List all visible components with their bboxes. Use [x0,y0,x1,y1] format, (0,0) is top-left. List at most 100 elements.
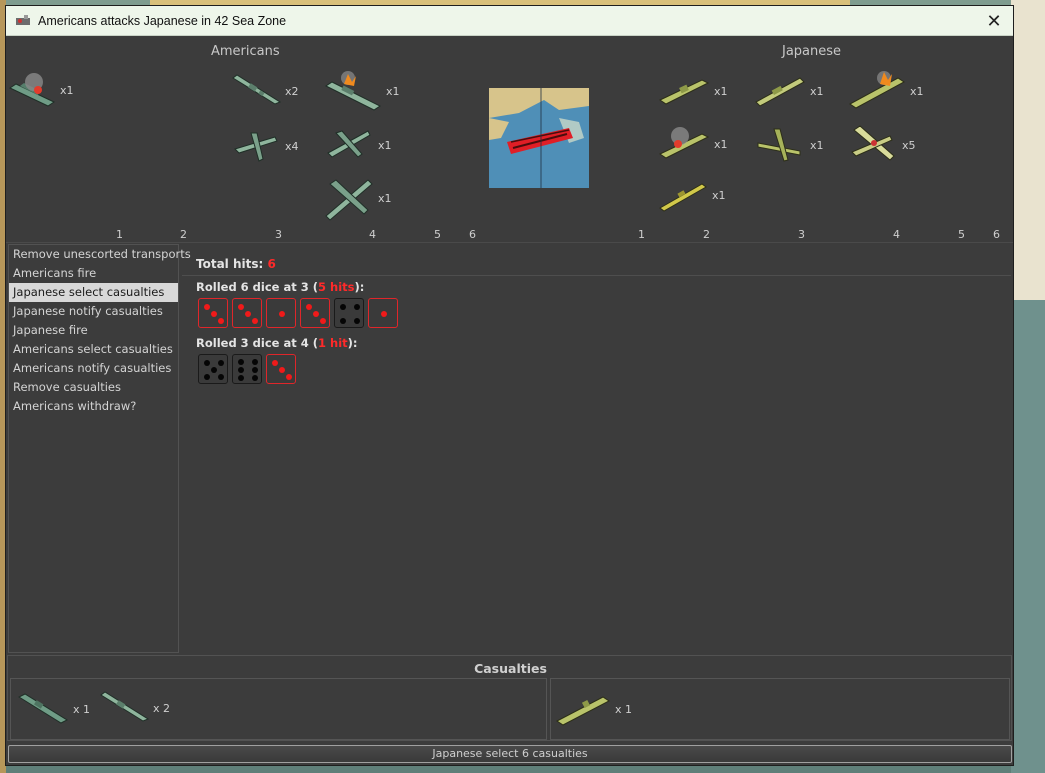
step-item[interactable]: Americans fire [9,264,178,283]
roll-label: Rolled 6 dice at 3 (5 hits): [196,280,365,294]
status-bar: Japanese select 6 casualties [8,745,1012,763]
fighter-icon [234,132,278,162]
die-hit [368,298,398,328]
cruiser-icon [755,77,805,107]
die-pip [320,318,326,324]
app-icon [16,14,30,25]
die-pip [218,374,224,380]
battle-window: Americans attacks Japanese in 42 Sea Zon… [5,5,1014,766]
submarine-icon [658,79,710,105]
die-hit [198,298,228,328]
destroyer-icon [100,691,149,722]
step-item[interactable]: Americans withdraw? [9,397,178,416]
defender-unit-cruiser[interactable]: x1 [754,70,824,112]
battle-divider [6,242,1013,243]
tactical-bomber-icon [327,130,371,158]
step-item[interactable]: Remove casualties [9,378,178,397]
die-pip [211,311,217,317]
step-item-selected[interactable]: Japanese select casualties [9,283,178,302]
defender-unit-fighter[interactable]: x5 [848,122,916,168]
die-pip [252,367,258,373]
die-pip [279,367,285,373]
step-item[interactable]: Japanese fire [9,321,178,340]
defender-name: Japanese [782,44,842,59]
die-pip [218,360,224,366]
die-pip [252,318,258,324]
sea-zone-map [489,88,589,188]
attacker-unit-destroyer[interactable]: x2 [231,72,299,110]
casualty-unit-submarine[interactable]: x 1 [17,689,90,729]
casualties-defender: x 1 [550,678,1010,740]
carrier-damaged-icon [849,71,905,109]
casualties-title: Casualties [474,661,547,676]
dice-separator [182,275,1011,276]
die-pip [238,375,244,381]
die-pip [272,360,278,366]
die-miss [334,298,364,328]
dice-row [198,298,398,328]
destroyer-icon [232,74,281,105]
die-hit [232,298,262,328]
attacker-unit-tactical-bomber[interactable]: x1 [324,123,392,167]
attacker-unit-battleship[interactable]: x1 [324,68,400,114]
step-item[interactable]: Japanese notify casualties [9,302,178,321]
bomber-icon [325,179,373,221]
die-pip [211,367,217,373]
dice-row [198,354,296,384]
defender-unit-carrier[interactable]: x1 [848,68,924,114]
destroyer-icon [659,183,707,212]
die-pip [204,360,210,366]
dice-panel: Total hits: 6 Rolled 6 dice at 3 (5 hits… [182,246,1011,653]
transport-damaged-icon [658,127,710,159]
defender-unit-transport[interactable]: x1 [658,122,728,166]
die-pip [354,304,360,310]
die-pip [238,367,244,373]
defender-unit-destroyer[interactable]: x1 [658,176,726,214]
die-pip [286,374,292,380]
roll-label: Rolled 3 dice at 4 (1 hit): [196,336,358,350]
total-hits: Total hits: 6 [196,257,276,271]
step-item[interactable]: Remove unescorted transports [9,245,191,264]
fighter-icon [851,125,895,161]
die-pip [306,304,312,310]
submarine-icon [17,693,69,724]
transport-damaged-icon [8,73,56,107]
attacker-name: Americans [211,44,280,59]
die-pip [238,304,244,310]
die-hit [266,298,296,328]
battle-steps-list[interactable]: Remove unescorted transports Americans f… [8,244,191,653]
step-item[interactable]: Americans notify casualties [9,359,178,378]
step-item[interactable]: Americans select casualties [9,340,178,359]
casualties-section: Casualties x 1 x 2 x 1 [7,655,1012,741]
die-pip [252,375,258,381]
casualty-unit-carrier[interactable]: x 1 [555,687,632,731]
casualties-attacker: x 1 x 2 [10,678,547,740]
die-pip [279,311,285,317]
background-map-land [1011,0,1045,773]
attacker-unit-transport[interactable]: x1 [8,68,74,112]
total-hits-value: 6 [267,257,276,271]
close-button[interactable]: ✕ [981,9,1007,33]
attacker-unit-fighter[interactable]: x4 [231,125,299,167]
attacker-unit-bomber[interactable]: x1 [324,174,392,222]
defender-unit-tactical-bomber[interactable]: x1 [754,125,824,165]
casualty-unit-destroyer[interactable]: x 2 [99,689,170,727]
die-miss [198,354,228,384]
die-pip [204,304,210,310]
die-pip [354,318,360,324]
die-pip [218,318,224,324]
die-pip [313,311,319,317]
die-hit [266,354,296,384]
die-pip [238,359,244,365]
die-pip [340,304,346,310]
title-bar: Americans attacks Japanese in 42 Sea Zon… [6,6,1013,36]
tactical-bomber-icon [757,128,801,162]
die-pip [204,374,210,380]
die-miss [232,354,262,384]
carrier-icon [556,696,610,726]
die-pip [340,318,346,324]
die-pip [381,311,387,317]
defender-unit-submarine[interactable]: x1 [658,70,728,112]
die-pip [252,359,258,365]
die-hit [300,298,330,328]
